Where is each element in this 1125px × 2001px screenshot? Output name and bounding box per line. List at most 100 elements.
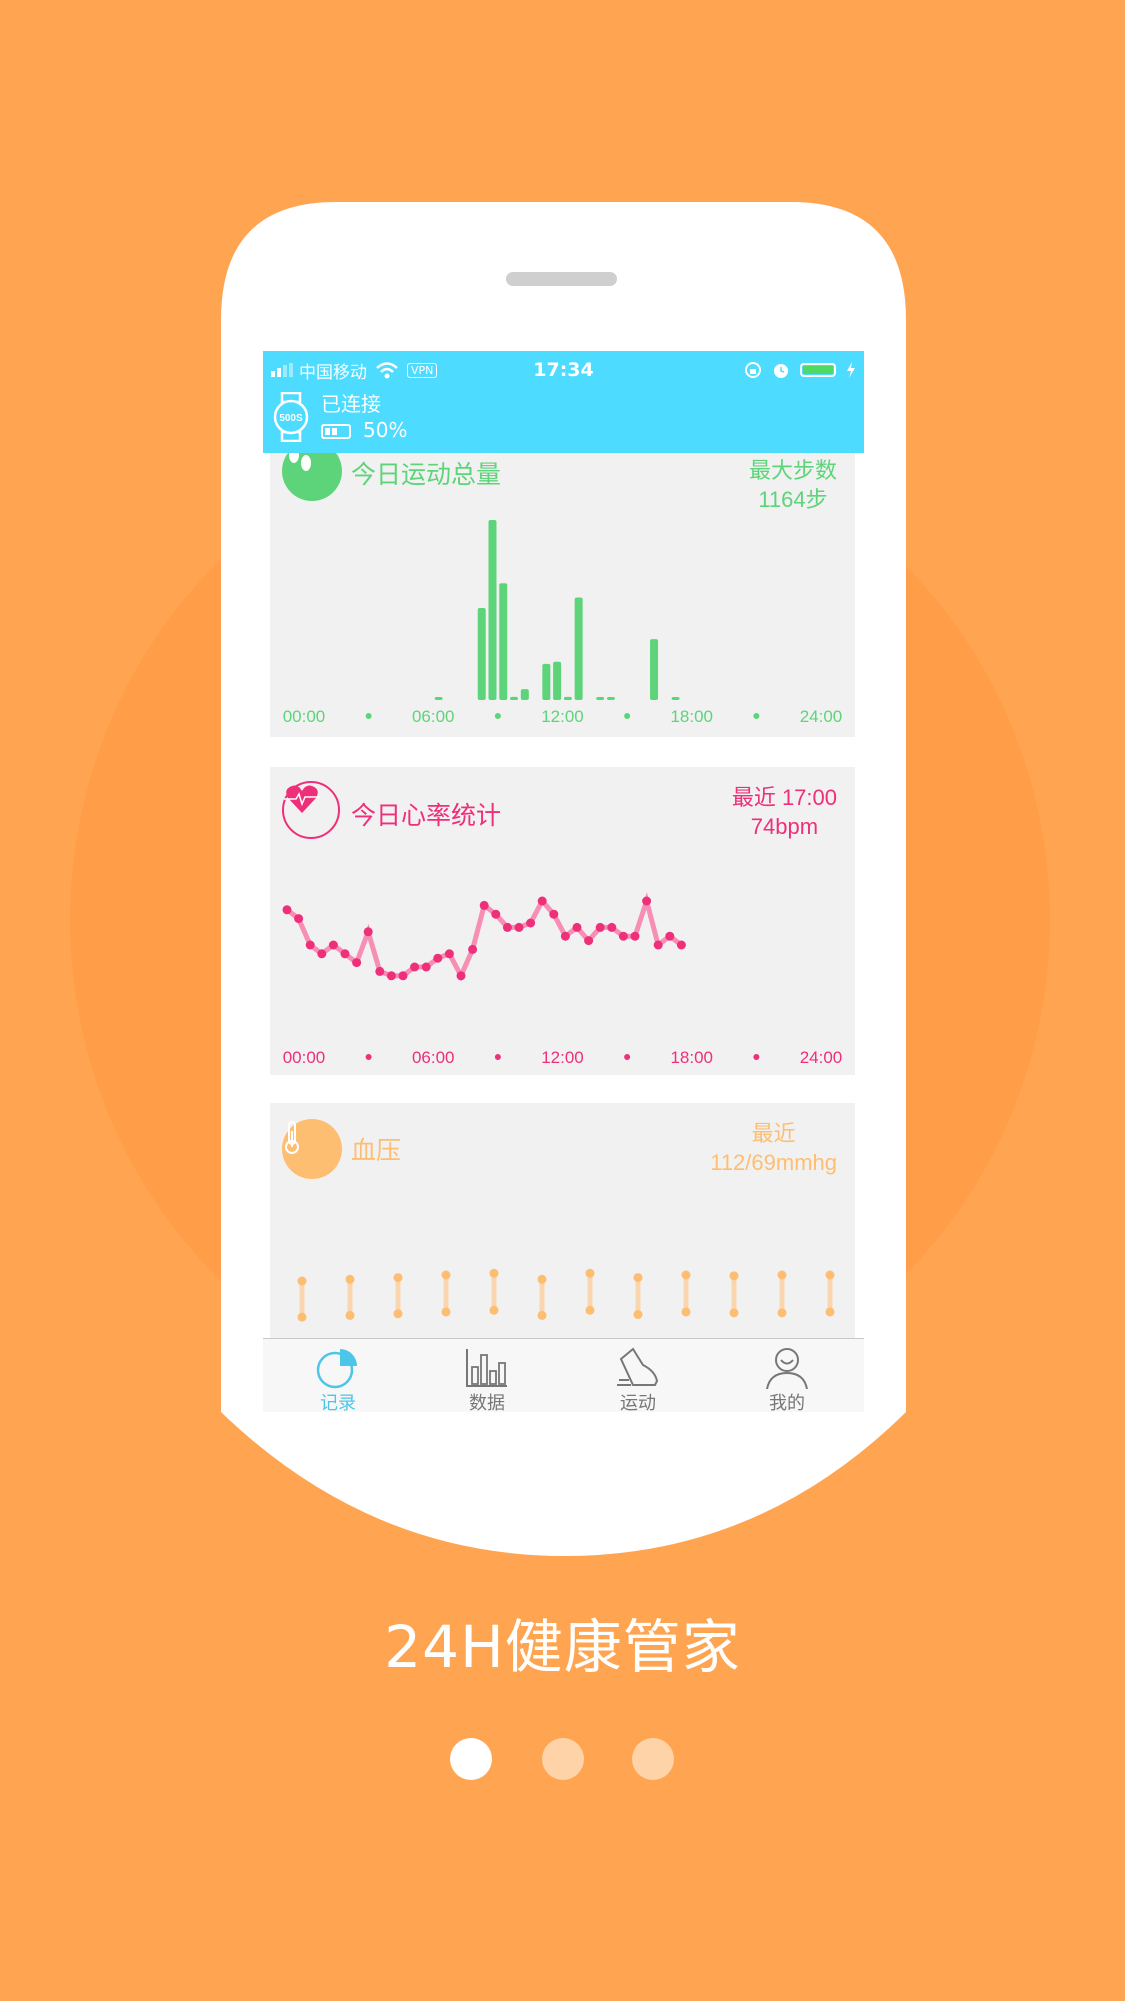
x-tick-label: 18:00 — [670, 707, 713, 726]
alarm-icon — [774, 364, 788, 378]
step-bar — [606, 697, 615, 700]
x-tick-dot — [365, 713, 372, 719]
device-battery-icon — [321, 424, 351, 439]
step-bar — [434, 697, 443, 700]
wifi-icon — [376, 362, 398, 379]
svg-text:500S: 500S — [279, 413, 303, 424]
x-tick-dot — [753, 713, 760, 719]
pager-dot-2[interactable] — [542, 1738, 584, 1780]
heart-rate-point — [502, 922, 512, 932]
tab-label: 运动 — [620, 1393, 656, 1412]
bp-systolic-point — [489, 1268, 499, 1278]
heart-rate-point — [375, 966, 385, 976]
heart-rate-card[interactable]: 今日心率统计 最近 17:00 74bpm 00:00 06:00 12:00 18:… — [270, 767, 855, 1075]
device-battery-level: 50% — [363, 418, 408, 442]
header-bar: 中国移动 VPN 17:34 500S 已连接 50% — [263, 351, 864, 453]
heart-rate-point — [398, 971, 408, 981]
x-tick-dot — [624, 1054, 631, 1060]
x-tick-label: 24:00 — [800, 1048, 843, 1067]
heart-rate-point — [282, 905, 292, 915]
bar-chart-icon — [466, 1349, 507, 1387]
step-bar — [650, 639, 659, 700]
heart-rate-point — [665, 931, 675, 941]
bp-diastolic-point — [345, 1310, 355, 1320]
x-tick-dot — [365, 1054, 372, 1060]
heart-rate-point — [491, 909, 501, 919]
heart-rate-point — [549, 909, 559, 919]
pager-dot-1[interactable] — [450, 1738, 492, 1780]
heart-rate-point — [433, 953, 443, 963]
x-tick-label: 06:00 — [412, 707, 455, 726]
heart-rate-point — [676, 940, 686, 950]
bp-diastolic-point — [393, 1309, 403, 1319]
x-tick-label: 24:00 — [800, 707, 843, 726]
blood-pressure-card[interactable]: 血压 最近 112/69mmhg — [270, 1103, 855, 1353]
heart-rate-point — [526, 918, 536, 928]
bp-diastolic-point — [777, 1308, 787, 1318]
x-tick-label: 00:00 — [283, 707, 326, 726]
bp-systolic-point — [441, 1270, 451, 1280]
heart-rate-point — [305, 940, 315, 950]
bp-diastolic-point — [585, 1305, 595, 1315]
shoe-icon — [617, 1347, 659, 1386]
heart-rate-point — [642, 896, 652, 906]
heart-rate-point — [595, 922, 605, 932]
bp-systolic-point — [585, 1268, 595, 1278]
tab-data[interactable]: 数据 — [437, 1347, 537, 1412]
phone-speaker — [506, 272, 617, 286]
signal-icon — [271, 363, 293, 377]
heart-rate-point — [584, 936, 594, 946]
user-icon — [766, 1348, 808, 1389]
steps-card[interactable]: 今日运动总量 最大步数 1164步 00:00 06:00 12:00 18:00 24… — [270, 430, 855, 737]
x-tick-dot — [494, 1054, 501, 1060]
heart-rate-point — [294, 914, 304, 924]
connection-status: 已连接 — [321, 392, 381, 416]
heart-rate-point — [456, 971, 466, 981]
tab-mine[interactable]: 我的 — [737, 1347, 837, 1412]
step-bar — [542, 663, 551, 700]
heart-rate-point — [630, 931, 640, 941]
bp-systolic-point — [297, 1276, 307, 1286]
carrier-label: 中国移动 — [299, 362, 367, 383]
step-bar — [477, 607, 486, 700]
bp-systolic-point — [345, 1274, 355, 1284]
heart-rate-point — [421, 962, 431, 972]
heart-rate-point — [352, 958, 362, 968]
bp-diastolic-point — [729, 1308, 739, 1318]
bp-systolic-point — [729, 1271, 739, 1281]
x-tick-label: 12:00 — [541, 1048, 584, 1067]
bp-systolic-point — [681, 1270, 691, 1280]
heart-rate-point — [468, 944, 478, 954]
tab-bar: 记录 数据 运动 我的 — [263, 1338, 864, 1412]
x-tick-dot — [494, 713, 501, 719]
x-tick-dot — [753, 1054, 760, 1060]
device-connection[interactable]: 500S 已连接 50% — [273, 391, 407, 443]
heart-rate-point — [317, 949, 327, 959]
step-bar — [520, 689, 529, 700]
heart-rate-point — [363, 927, 373, 937]
steps-chart: 00:00 06:00 12:00 18:00 24:00 — [283, 520, 843, 726]
clock: 17:34 — [533, 359, 594, 381]
bp-systolic-point — [393, 1273, 403, 1283]
heart-rate-point — [479, 900, 489, 910]
tab-record[interactable]: 记录 — [288, 1347, 388, 1412]
bp-systolic-point — [633, 1273, 643, 1283]
vpn-badge: VPN — [407, 362, 438, 378]
bp-systolic-point — [777, 1270, 787, 1280]
step-bar — [563, 696, 572, 700]
bp-diastolic-point — [441, 1307, 451, 1317]
step-bar — [596, 697, 605, 700]
heart-rate-point — [560, 931, 570, 941]
pie-chart-icon — [316, 1349, 357, 1389]
bp-systolic-point — [825, 1270, 835, 1280]
charging-icon — [847, 362, 855, 378]
tab-label: 数据 — [469, 1393, 505, 1412]
heart-rate-point — [514, 922, 524, 932]
heart-rate-point — [537, 896, 547, 906]
pager-dot-3[interactable] — [632, 1738, 674, 1780]
heart-rate-point — [444, 949, 454, 959]
tab-sport[interactable]: 运动 — [588, 1347, 688, 1412]
heart-rate-point — [572, 922, 582, 932]
step-bar — [499, 583, 508, 700]
slogan: 24H健康管家 — [384, 1613, 741, 1681]
